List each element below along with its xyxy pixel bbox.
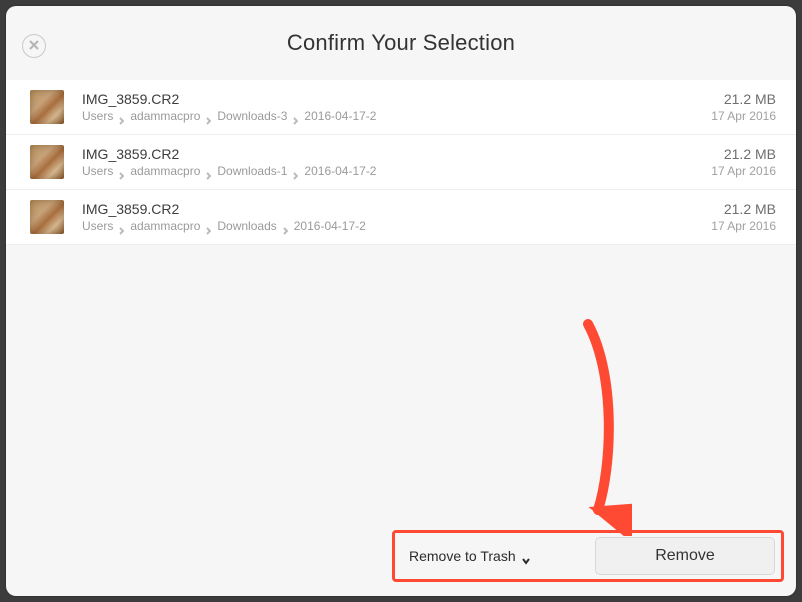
file-breadcrumb: Users adammacpro Downloads 2016-04-17-2 [82, 219, 711, 233]
chevron-down-icon [522, 552, 530, 560]
file-breadcrumb: Users adammacpro Downloads-1 2016-04-17-2 [82, 164, 711, 178]
remove-button[interactable]: Remove [595, 537, 775, 575]
file-right: 21.2 MB 17 Apr 2016 [711, 91, 776, 123]
remove-option-dropdown[interactable]: Remove to Trash [409, 548, 530, 564]
breadcrumb-segment: adammacpro [130, 109, 200, 123]
file-size: 21.2 MB [724, 91, 776, 107]
file-thumbnail [30, 90, 64, 124]
file-date: 17 Apr 2016 [711, 219, 776, 233]
chevron-right-icon [206, 222, 211, 230]
chevron-right-icon [119, 222, 124, 230]
dialog-title: Confirm Your Selection [287, 30, 515, 56]
file-name: IMG_3859.CR2 [82, 91, 711, 108]
remove-option-label: Remove to Trash [409, 548, 516, 564]
file-row[interactable]: IMG_3859.CR2 Users adammacpro Downloads 201… [6, 190, 796, 245]
chevron-right-icon [206, 167, 211, 175]
file-list: IMG_3859.CR2 Users adammacpro Downloads-3 2… [6, 80, 796, 245]
breadcrumb-segment: Downloads-1 [217, 164, 287, 178]
breadcrumb-segment: Downloads [217, 219, 276, 233]
breadcrumb-segment: adammacpro [130, 219, 200, 233]
chevron-right-icon [206, 112, 211, 120]
file-size: 21.2 MB [724, 146, 776, 162]
breadcrumb-segment: 2016-04-17-2 [304, 109, 376, 123]
file-name: IMG_3859.CR2 [82, 146, 711, 163]
chevron-right-icon [283, 222, 288, 230]
file-size: 21.2 MB [724, 201, 776, 217]
file-breadcrumb: Users adammacpro Downloads-3 2016-04-17-2 [82, 109, 711, 123]
file-thumbnail [30, 200, 64, 234]
annotation-arrow [568, 316, 632, 536]
file-row[interactable]: IMG_3859.CR2 Users adammacpro Downloads-1 2… [6, 135, 796, 190]
close-icon [29, 37, 39, 55]
file-meta: IMG_3859.CR2 Users adammacpro Downloads 201… [82, 201, 711, 234]
file-meta: IMG_3859.CR2 Users adammacpro Downloads-3 2… [82, 91, 711, 124]
remove-button-label: Remove [655, 547, 715, 565]
breadcrumb-segment: Users [82, 164, 113, 178]
file-row[interactable]: IMG_3859.CR2 Users adammacpro Downloads-3 2… [6, 80, 796, 135]
chevron-right-icon [293, 167, 298, 175]
dialog-header: Confirm Your Selection [6, 6, 796, 80]
breadcrumb-segment: Users [82, 219, 113, 233]
file-date: 17 Apr 2016 [711, 164, 776, 178]
chevron-right-icon [119, 167, 124, 175]
close-button[interactable] [22, 34, 46, 58]
file-date: 17 Apr 2016 [711, 109, 776, 123]
breadcrumb-segment: 2016-04-17-2 [294, 219, 366, 233]
chevron-right-icon [119, 112, 124, 120]
chevron-right-icon [293, 112, 298, 120]
dialog-window: Confirm Your Selection IMG_3859.CR2 User… [6, 6, 796, 596]
file-right: 21.2 MB 17 Apr 2016 [711, 201, 776, 233]
file-right: 21.2 MB 17 Apr 2016 [711, 146, 776, 178]
breadcrumb-segment: adammacpro [130, 164, 200, 178]
file-meta: IMG_3859.CR2 Users adammacpro Downloads-1 2… [82, 146, 711, 179]
actions-highlight: Remove to Trash Remove [392, 530, 784, 582]
breadcrumb-segment: Downloads-3 [217, 109, 287, 123]
breadcrumb-segment: Users [82, 109, 113, 123]
dialog-footer: Remove to Trash Remove [6, 526, 796, 596]
breadcrumb-segment: 2016-04-17-2 [304, 164, 376, 178]
file-name: IMG_3859.CR2 [82, 201, 711, 218]
file-thumbnail [30, 145, 64, 179]
